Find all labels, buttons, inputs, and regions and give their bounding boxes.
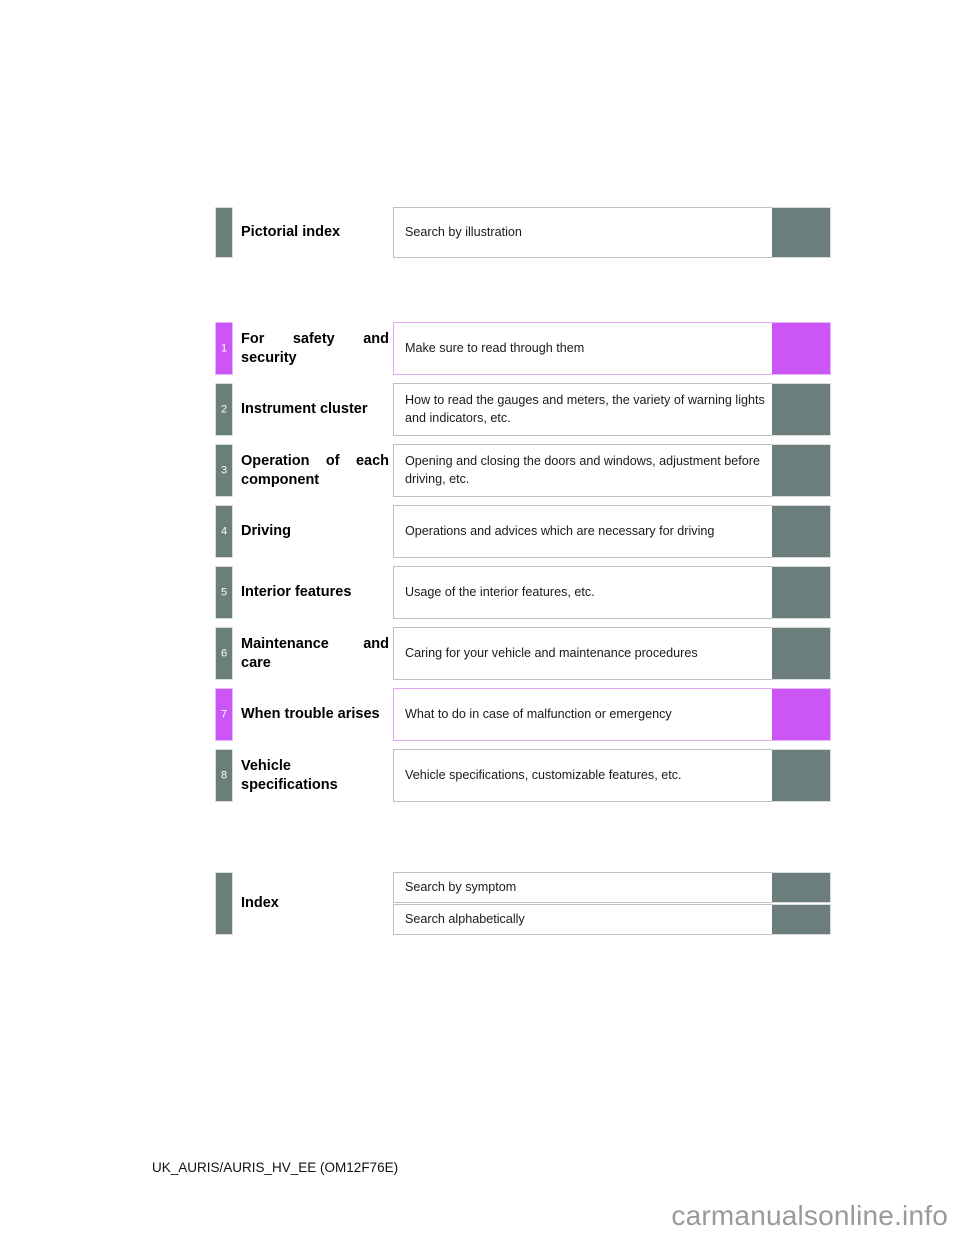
chapter-desc-wrap-3: Opening and closing the doors and window… [393,444,831,497]
list-item[interactable]: Search by symptom [393,872,831,903]
table-row[interactable]: 1 For safety and security Make sure to r… [215,322,831,375]
chapter-title-cell-8: Vehicle specifications [233,749,393,802]
chapter-desc-cell-4[interactable]: Operations and advices which are necessa… [393,505,772,558]
chapter-desc-cell-2[interactable]: How to read the gauges and meters, the v… [393,383,772,436]
chapter-tab-8[interactable]: 8 [215,749,233,802]
chapter-desc-2: How to read the gauges and meters, the v… [405,393,765,425]
chapter-desc-wrap-1: Make sure to read through them [393,322,831,375]
chapter-title-cell-4: Driving [233,505,393,558]
index-section: Index Search by symptom Search alphabeti… [215,872,831,935]
chapter-desc-cell-7[interactable]: What to do in case of malfunction or eme… [393,688,772,741]
chapter-desc-8: Vehicle specifications, customizable fea… [405,767,682,782]
chapter-number-5: 5 [220,586,228,598]
chapter-desc-7: What to do in case of malfunction or eme… [405,706,672,721]
pictorial-index-title-cell: Pictorial index [233,207,393,258]
chapter-desc-6: Caring for your vehicle and maintenance … [405,645,698,660]
chapter-number-3: 3 [220,464,228,476]
chapter-title-7: When trouble arises [241,706,380,723]
chapter-number-2: 2 [220,403,228,415]
chapter-color-block-2 [772,383,831,436]
chapter-desc-wrap-6: Caring for your vehicle and maintenance … [393,627,831,680]
chapter-color-block-8 [772,749,831,802]
table-row[interactable]: 4 Driving Operations and advices which a… [215,505,831,558]
pictorial-index-tab[interactable] [215,207,233,258]
chapter-title-1: For safety and security [241,330,389,366]
index-color-block-1 [772,872,831,903]
pictorial-index-desc-cell[interactable]: Search by illustration [393,207,772,258]
pictorial-index-color-block [772,207,831,258]
chapter-title-2: Instrument cluster [241,401,368,418]
chapter-number-7: 7 [220,708,228,720]
index-desc-cell-2[interactable]: Search alphabetically [393,904,772,935]
chapter-tab-1[interactable]: 1 [215,322,233,375]
chapter-tab-7[interactable]: 7 [215,688,233,741]
chapter-desc-wrap-4: Operations and advices which are necessa… [393,505,831,558]
chapter-desc-wrap-5: Usage of the interior features, etc. [393,566,831,619]
chapter-desc-cell-6[interactable]: Caring for your vehicle and maintenance … [393,627,772,680]
index-desc-1: Search by symptom [405,879,517,894]
index-desc-cell-1[interactable]: Search by symptom [393,872,772,903]
chapter-desc-cell-1[interactable]: Make sure to read through them [393,322,772,375]
index-row[interactable]: Index Search by symptom Search alphabeti… [215,872,831,935]
pictorial-index-row[interactable]: Pictorial index Search by illustration [215,207,831,258]
table-row[interactable]: 2 Instrument cluster How to read the gau… [215,383,831,436]
chapter-title-cell-6: Maintenance and care [233,627,393,680]
chapter-color-block-5 [772,566,831,619]
chapter-title-6: Maintenance and care [241,635,389,671]
pictorial-index-desc: Search by illustration [405,224,522,239]
chapter-tab-2[interactable]: 2 [215,383,233,436]
chapter-title-cell-1: For safety and security [233,322,393,375]
chapter-color-block-4 [772,505,831,558]
chapter-desc-3: Opening and closing the doors and window… [405,454,760,486]
chapter-tab-5[interactable]: 5 [215,566,233,619]
chapter-title-3: Operation of each component [241,452,389,488]
chapter-desc-cell-5[interactable]: Usage of the interior features, etc. [393,566,772,619]
table-row[interactable]: 8 Vehicle specifications Vehicle specifi… [215,749,831,802]
chapter-title-8: Vehicle specifications [241,757,338,793]
chapter-desc-cell-8[interactable]: Vehicle specifications, customizable fea… [393,749,772,802]
chapter-desc-1: Make sure to read through them [405,340,585,355]
table-row[interactable]: 3 Operation of each component Opening an… [215,444,831,497]
index-entry-list: Search by symptom Search alphabetically [393,872,831,935]
index-title: Index [241,895,279,912]
chapter-table: 1 For safety and security Make sure to r… [215,322,831,810]
index-desc-2: Search alphabetically [405,911,525,926]
chapter-title-5: Interior features [241,584,352,601]
table-row[interactable]: 7 When trouble arises What to do in case… [215,688,831,741]
footer-document-code: UK_AURIS/AURIS_HV_EE (OM12F76E) [152,1160,399,1175]
chapter-desc-wrap-2: How to read the gauges and meters, the v… [393,383,831,436]
table-row[interactable]: 6 Maintenance and care Caring for your v… [215,627,831,680]
chapter-color-block-7 [772,688,831,741]
chapter-title-cell-5: Interior features [233,566,393,619]
chapter-desc-5: Usage of the interior features, etc. [405,584,595,599]
chapter-title-cell-2: Instrument cluster [233,383,393,436]
chapter-tab-6[interactable]: 6 [215,627,233,680]
chapter-title-cell-3: Operation of each component [233,444,393,497]
chapter-desc-4: Operations and advices which are necessa… [405,523,715,538]
pictorial-index-section: Pictorial index Search by illustration [215,207,831,258]
pictorial-index-title: Pictorial index [241,224,341,241]
watermark-text: carmanualsonline.info [671,1200,948,1231]
table-row[interactable]: 5 Interior features Usage of the interio… [215,566,831,619]
chapter-title-cell-7: When trouble arises [233,688,393,741]
index-color-block-2 [772,904,831,935]
chapter-desc-wrap-8: Vehicle specifications, customizable fea… [393,749,831,802]
chapter-number-6: 6 [220,647,228,659]
chapter-color-block-6 [772,627,831,680]
chapter-color-block-1 [772,322,831,375]
chapter-desc-cell-3[interactable]: Opening and closing the doors and window… [393,444,772,497]
chapter-title-4: Driving [241,523,291,540]
pictorial-index-desc-wrap: Search by illustration [393,207,831,258]
chapter-number-8: 8 [220,769,228,781]
chapter-tab-3[interactable]: 3 [215,444,233,497]
chapter-number-4: 4 [220,525,228,537]
index-tab[interactable] [215,872,233,935]
chapter-desc-wrap-7: What to do in case of malfunction or eme… [393,688,831,741]
chapter-color-block-3 [772,444,831,497]
list-item[interactable]: Search alphabetically [393,904,831,935]
index-title-cell: Index [233,872,393,935]
chapter-number-1: 1 [220,342,228,354]
chapter-tab-4[interactable]: 4 [215,505,233,558]
